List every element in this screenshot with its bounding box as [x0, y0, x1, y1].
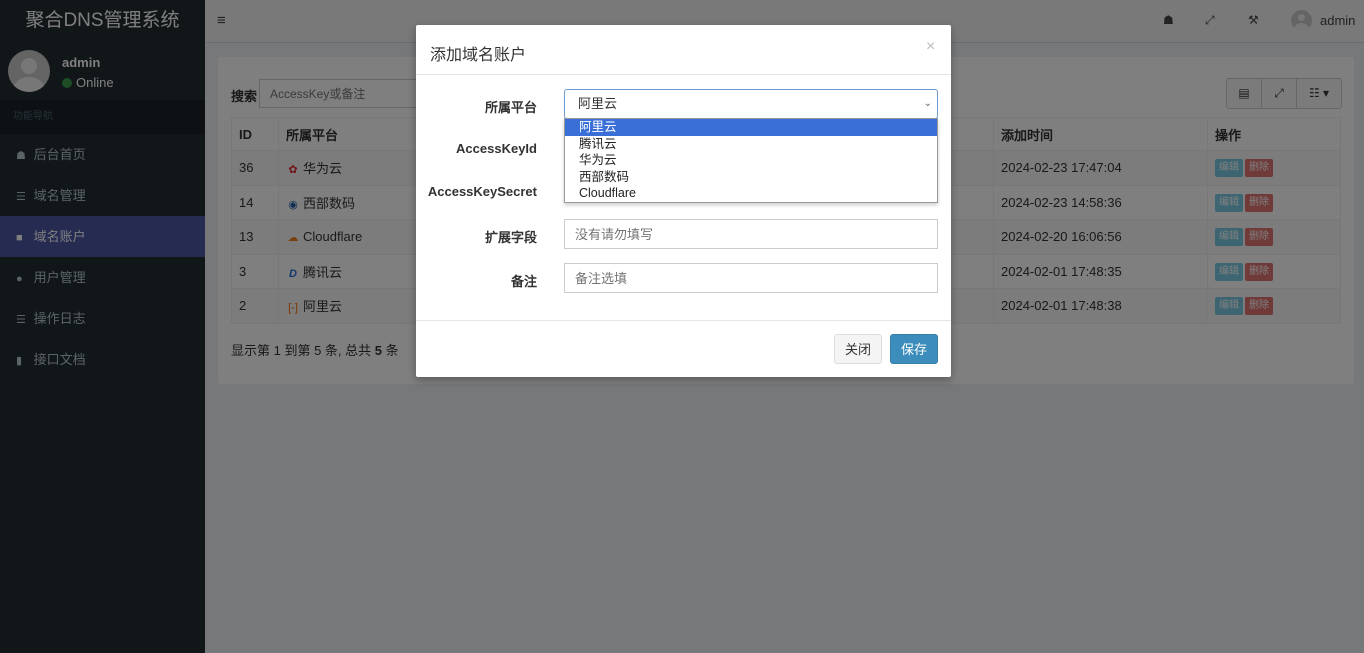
chevron-down-icon: ⌄	[923, 98, 932, 109]
ext-row: 扩展字段	[416, 219, 951, 250]
modal-header: 添加域名账户 ×	[416, 25, 951, 75]
dropdown-option[interactable]: 华为云	[565, 152, 937, 169]
remark-row: 备注	[416, 263, 951, 294]
dropdown-option[interactable]: 腾讯云	[565, 136, 937, 153]
remark-label: 备注	[510, 274, 537, 289]
accesskeysecret-label: AccessKeySecret	[427, 184, 537, 199]
close-icon[interactable]: ×	[926, 38, 935, 56]
add-account-modal: 添加域名账户 × 所属平台 阿里云 ⌄ AccessKeyId AccessKey…	[416, 25, 951, 377]
platform-dropdown: 阿里云 腾讯云 华为云 西部数码 Cloudflare	[564, 118, 938, 203]
platform-select[interactable]: 阿里云 ⌄	[564, 89, 938, 119]
remark-field[interactable]	[564, 263, 938, 293]
ext-label: 扩展字段	[484, 230, 537, 245]
ext-field[interactable]	[564, 219, 938, 249]
platform-row: 所属平台 阿里云 ⌄	[416, 89, 951, 120]
modal-title: 添加域名账户	[430, 47, 527, 64]
platform-label: 所属平台	[484, 100, 537, 115]
save-button[interactable]: 保存	[890, 334, 938, 364]
dropdown-option[interactable]: 阿里云	[565, 119, 937, 136]
dropdown-option[interactable]: Cloudflare	[565, 185, 937, 202]
dropdown-option[interactable]: 西部数码	[565, 169, 937, 186]
modal-footer: 关闭 保存	[416, 320, 951, 377]
close-button[interactable]: 关闭	[834, 334, 882, 364]
platform-select-value: 阿里云	[578, 96, 618, 111]
accesskeyid-label: AccessKeyId	[456, 141, 537, 156]
